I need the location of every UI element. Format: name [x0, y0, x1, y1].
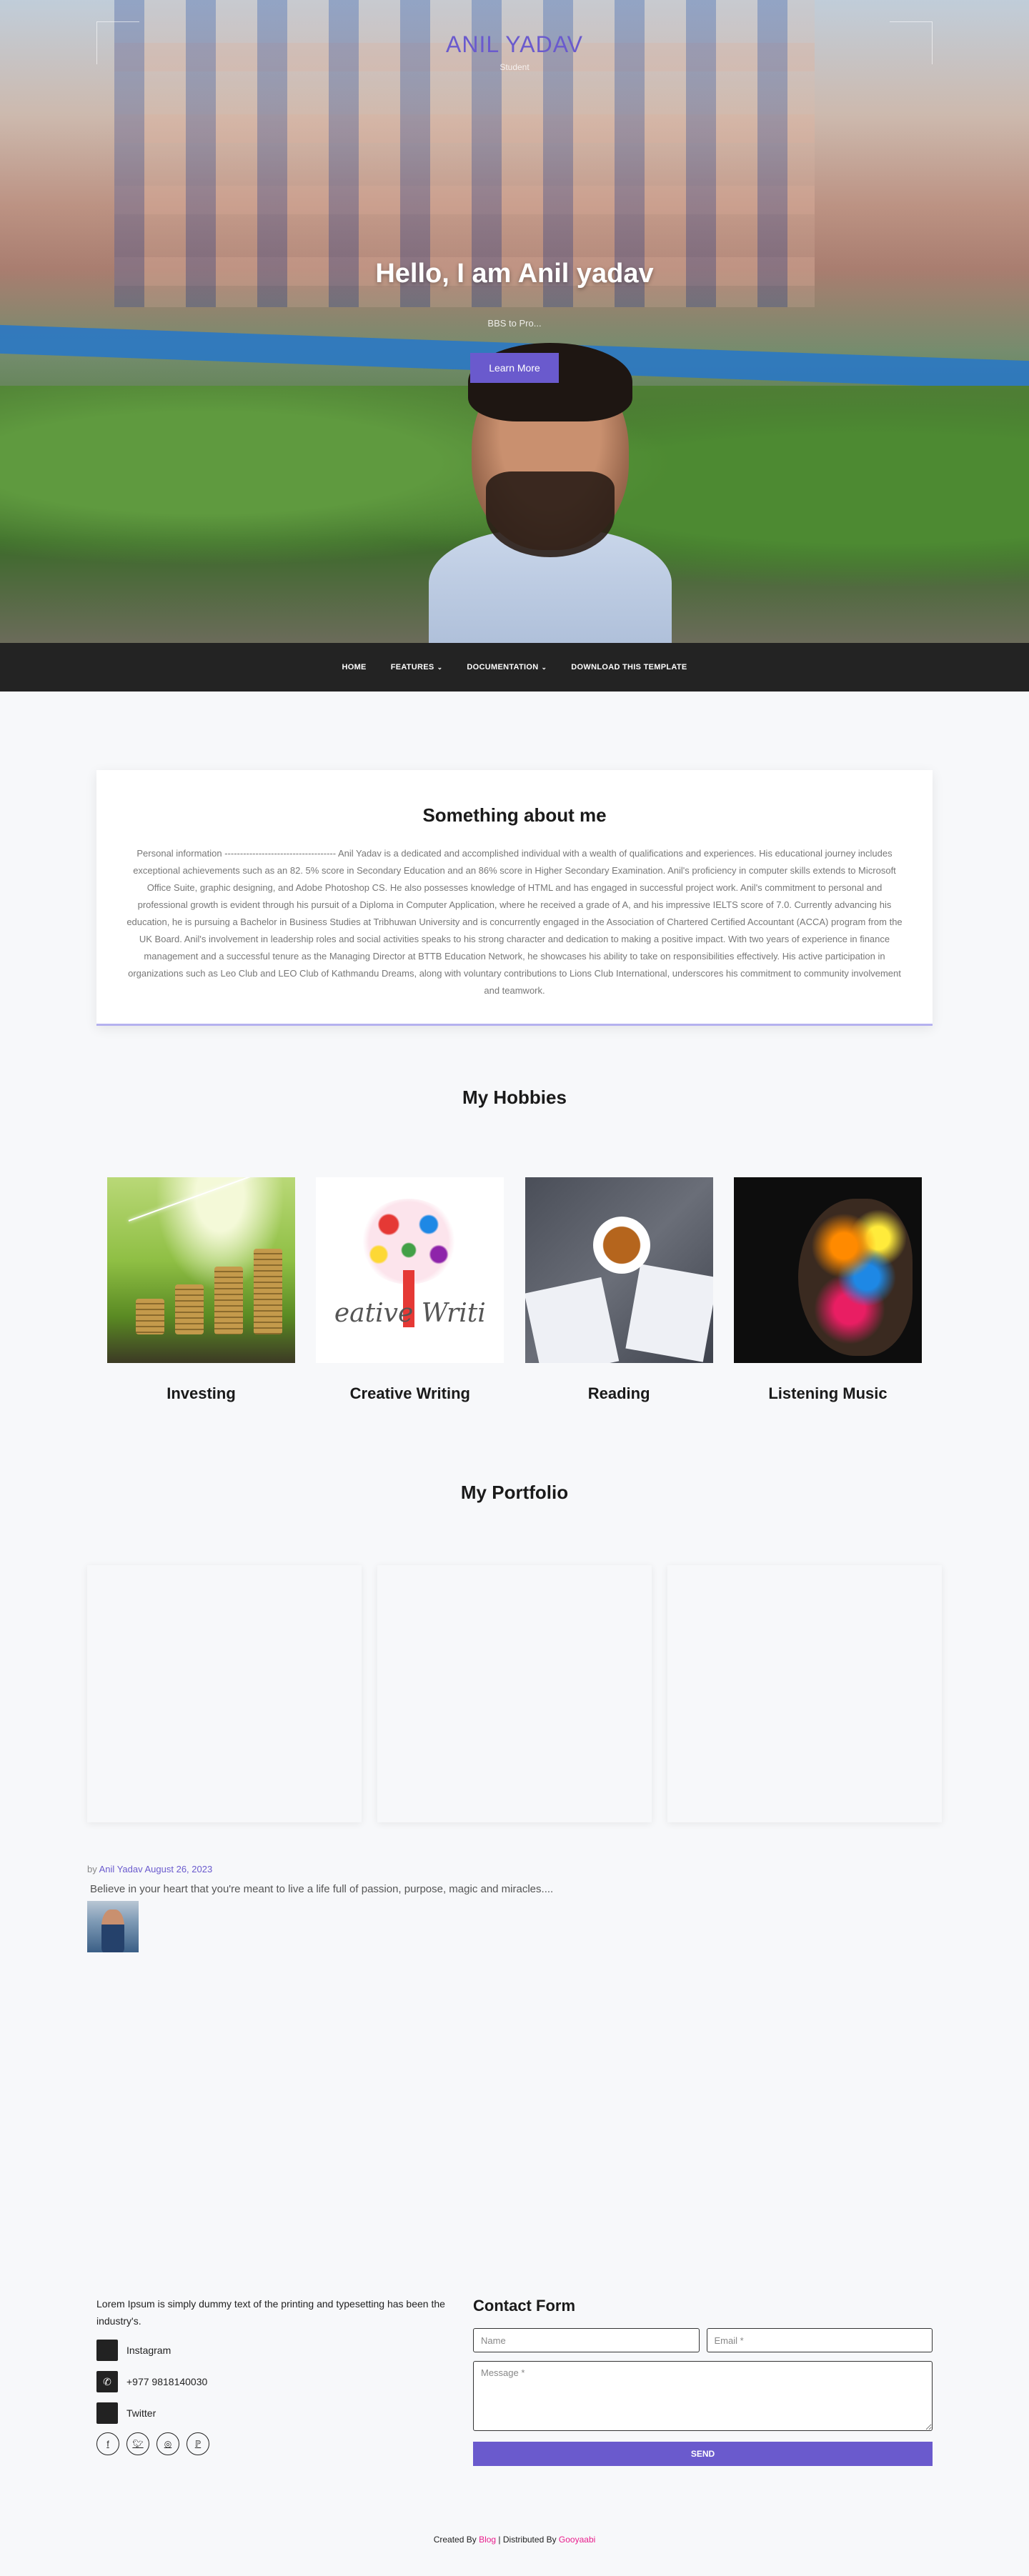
credit-gooyaabi-link[interactable]: Gooyaabi — [559, 2535, 595, 2545]
hero-subheading: BBS to Pro... — [487, 318, 542, 329]
email-input[interactable] — [706, 2328, 933, 2352]
creative-writing-image: eative Writi — [316, 1177, 504, 1363]
listening-music-image — [733, 1177, 922, 1363]
instagram-icon — [96, 2340, 118, 2361]
chevron-down-icon: ⌄ — [541, 663, 547, 671]
about-section: Something about me Personal information … — [0, 692, 1029, 1026]
hero-section: ANIL YADAV Student Hello, I am Anil yada… — [0, 0, 1029, 643]
twitter-icon — [96, 2402, 118, 2424]
learn-more-button[interactable]: Learn More — [470, 353, 559, 383]
social-links: f 🐦︎ ◎ ℙ — [96, 2432, 447, 2455]
portfolio-card[interactable] — [667, 1565, 942, 1822]
contact-twitter[interactable]: Twitter — [96, 2402, 447, 2424]
portfolio-card[interactable] — [87, 1565, 362, 1822]
credits-bar: Created By Blog | Distributed By Gooyaab… — [433, 2535, 596, 2545]
blog-post-preview: by Anil Yadav August 26, 2023 Believe in… — [87, 1864, 942, 1952]
hobby-label: Creative Writing — [349, 1384, 470, 1402]
hobby-card-listening-music: Listening Music — [733, 1177, 922, 1403]
contact-whatsapp[interactable]: ✆ +977 9818140030 — [96, 2371, 447, 2392]
nav-item-features[interactable]: FEATURES ⌄ — [391, 663, 443, 672]
site-brand: ANIL YADAV Student — [0, 31, 1029, 72]
credit-blog-link[interactable]: Blog — [479, 2535, 496, 2545]
portfolio-card[interactable] — [377, 1565, 652, 1822]
whatsapp-icon: ✆ — [96, 2371, 118, 2392]
portfolio-section: My Portfolio — [0, 1403, 1029, 1822]
instagram-icon[interactable]: ◎ — [156, 2432, 179, 2455]
hobby-card-creative-writing: eative Writi Creative Writing — [316, 1177, 504, 1403]
post-meta: by Anil Yadav August 26, 2023 — [87, 1864, 213, 1874]
hobbies-list: Investing eative Writi Creative Writing … — [96, 1177, 933, 1403]
footer-info: Lorem Ipsum is simply dummy text of the … — [96, 2295, 447, 2466]
contact-form: Contact Form SEND — [473, 2295, 933, 2466]
post-date-link[interactable]: August 26, 2023 — [145, 1864, 213, 1874]
pinterest-icon[interactable]: ℙ — [187, 2432, 209, 2455]
send-button[interactable]: SEND — [473, 2442, 933, 2466]
portfolio-title: My Portfolio — [460, 1482, 569, 1503]
hobby-card-reading: Reading — [525, 1177, 713, 1403]
brand-name-link[interactable]: ANIL YADAV — [446, 31, 583, 57]
facebook-icon[interactable]: f — [96, 2432, 119, 2455]
post-thumbnail[interactable] — [87, 1901, 139, 1952]
portfolio-grid — [87, 1565, 942, 1822]
nav-item-download-template[interactable]: DOWNLOAD THIS TEMPLATE — [571, 663, 687, 672]
post-excerpt: Believe in your heart that you're meant … — [90, 1883, 554, 1895]
investing-image — [107, 1177, 295, 1363]
nav-item-home[interactable]: HOME — [342, 663, 366, 672]
post-author-link[interactable]: Anil Yadav — [99, 1864, 143, 1874]
hobby-label: Listening Music — [768, 1384, 888, 1402]
hobby-card-investing: Investing — [107, 1177, 295, 1403]
message-input[interactable] — [473, 2361, 933, 2431]
footer: Lorem Ipsum is simply dummy text of the … — [96, 2295, 933, 2466]
nav-item-documentation[interactable]: DOCUMENTATION ⌄ — [467, 663, 547, 672]
reading-image — [525, 1177, 713, 1363]
about-card: Something about me Personal information … — [96, 770, 933, 1026]
chevron-down-icon: ⌄ — [437, 663, 443, 671]
brand-role: Student — [499, 62, 530, 72]
contact-form-title: Contact Form — [473, 2297, 575, 2315]
main-nav: HOME FEATURES ⌄ DOCUMENTATION ⌄ DOWNLOAD T… — [0, 643, 1029, 692]
contact-instagram[interactable]: Instagram — [96, 2340, 447, 2361]
about-body: Personal information -------------------… — [126, 848, 903, 996]
hobbies-section: My Hobbies Investing eative Writi Creati… — [0, 1026, 1029, 1403]
creative-writing-image-text: eative Writi — [334, 1299, 486, 1328]
hobby-label: Investing — [166, 1384, 236, 1402]
hero-heading: Hello, I am Anil yadav — [375, 259, 654, 289]
hobbies-title: My Hobbies — [462, 1087, 567, 1108]
footer-about-text: Lorem Ipsum is simply dummy text of the … — [96, 2298, 445, 2327]
name-input[interactable] — [473, 2328, 700, 2352]
hobby-label: Reading — [587, 1384, 650, 1402]
about-title: Something about me — [422, 804, 607, 826]
twitter-icon[interactable]: 🐦︎ — [126, 2432, 149, 2455]
